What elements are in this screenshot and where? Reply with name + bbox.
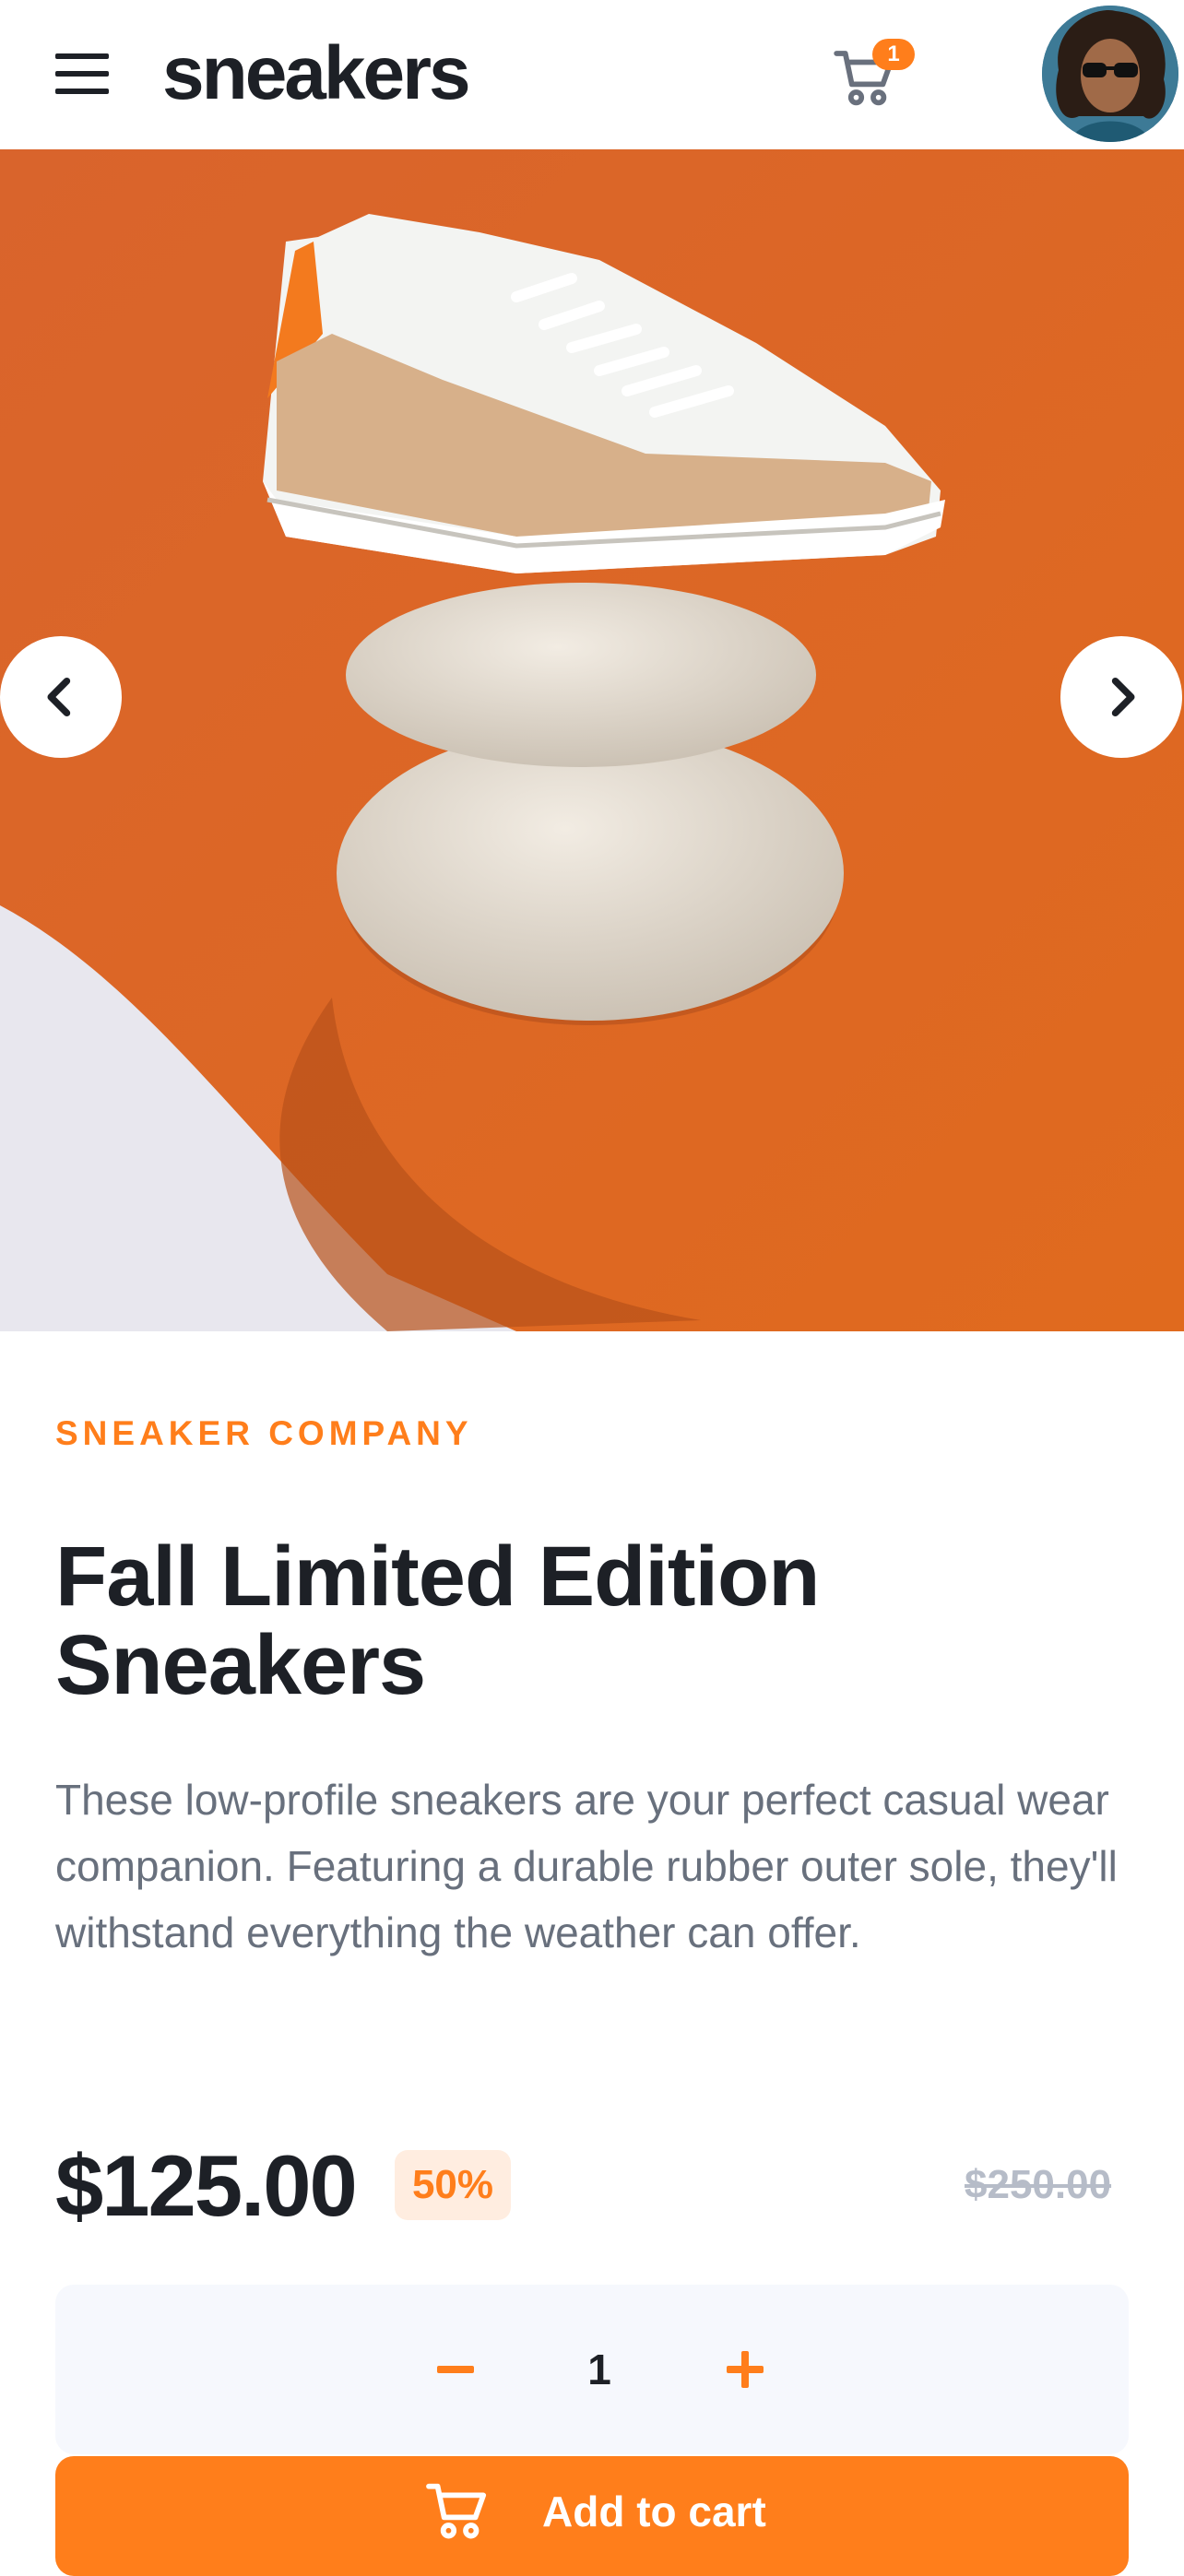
next-image-button[interactable] (1060, 636, 1182, 758)
product-title: Fall Limited Edition Sneakers (55, 1530, 820, 1712)
cart-count-badge: 1 (872, 39, 915, 70)
product-description: These low-profile sneakers are your perf… (55, 1776, 1118, 1956)
avatar[interactable] (1042, 6, 1178, 142)
discount-badge: 50% (395, 2150, 511, 2220)
decrease-quantity-button[interactable] (419, 2333, 492, 2406)
product-image-carousel (0, 149, 1184, 1331)
cart-icon (426, 2483, 487, 2539)
quantity-stepper: 1 (55, 2285, 1129, 2454)
cart-button[interactable]: 1 (834, 39, 915, 109)
chevron-left-icon (47, 677, 71, 717)
quantity-value: 1 (587, 2346, 611, 2393)
menu-icon[interactable] (55, 53, 109, 94)
add-to-cart-button[interactable]: Add to cart (55, 2456, 1129, 2576)
previous-image-button[interactable] (0, 636, 122, 758)
original-price: $250.00 (965, 2162, 1112, 2207)
current-price: $125.00 (55, 2137, 358, 2234)
avatar-image (1042, 6, 1178, 142)
increase-quantity-button[interactable] (708, 2333, 782, 2406)
chevron-right-icon (1111, 677, 1135, 717)
product-image (0, 149, 1184, 1331)
site-header: sneakers 1 (0, 0, 1184, 149)
add-to-cart-label: Add to cart (542, 2487, 766, 2535)
company-label: SNEAKER COMPANY (55, 1414, 473, 1452)
site-logo[interactable]: sneakers (162, 28, 471, 120)
